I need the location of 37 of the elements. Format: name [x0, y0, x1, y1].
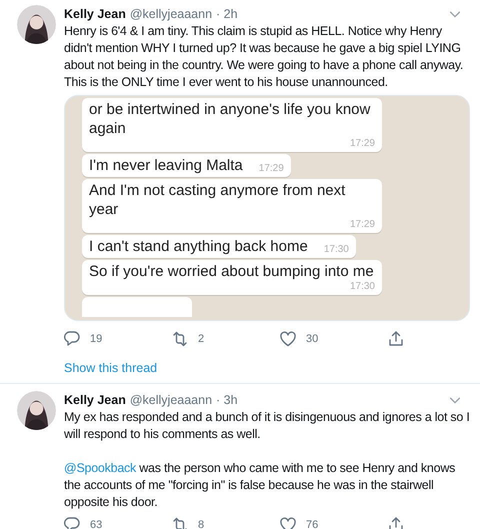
reply-icon[interactable]	[64, 517, 80, 529]
show-thread-link[interactable]: Show this thread	[64, 360, 158, 377]
timestamp[interactable]: · 2h	[216, 6, 238, 22]
tweet-text: Henry is 6'4 & I am tiny. This claim is stupid as HELL. Notice why Henry didn't mention WHY I turned up? It was because he gave a big spiel LYING about not being in the country. We were going to have a phone call anyway. This is the ONLY time I ever went to his house unannounced.	[64, 23, 464, 91]
mention-link[interactable]: @Spookback	[64, 461, 136, 475]
message-time: 17:30	[324, 244, 349, 256]
retweet-count: 8	[198, 518, 204, 529]
message-time: 17:29	[350, 138, 375, 150]
message-time: 17:30	[350, 281, 375, 293]
avatar[interactable]	[17, 391, 56, 430]
author-name[interactable]: Kelly Jean	[64, 6, 126, 22]
message-time: 17:29	[258, 163, 284, 175]
like-count: 76	[306, 518, 318, 529]
author-name[interactable]: Kelly Jean	[64, 392, 126, 408]
user-handle[interactable]: @kellyjeaaann	[130, 392, 212, 408]
like-count: 30	[306, 332, 318, 347]
like-icon[interactable]	[280, 331, 296, 347]
share-icon[interactable]	[388, 517, 404, 529]
message-text: And I'm not casting anymore from next year	[89, 181, 346, 219]
tweet-text: My ex has responded and a bunch of it is disingenuous and ignores a lot so I will respond to his comments as well.	[64, 409, 470, 443]
retweet-icon[interactable]	[172, 517, 188, 529]
message-text: or be intertwined in anyone's life you know again	[89, 100, 372, 138]
message-time: 17:29	[350, 219, 375, 231]
like-icon[interactable]	[280, 517, 296, 529]
share-icon[interactable]	[388, 331, 404, 347]
message-text: So if you're worried about bumping into me	[89, 262, 374, 281]
tweet-text: @Spookback was the person who came with me to see Henry and knows the accounts of me "forcing in" is false because he was in the stairwell opposite his door.	[64, 460, 456, 511]
reply-icon[interactable]	[64, 331, 80, 347]
timestamp[interactable]: · 3h	[216, 392, 238, 408]
message-text: I'm never leaving Malta	[89, 156, 243, 175]
avatar[interactable]	[17, 5, 56, 44]
message-text: I can't stand anything back home	[89, 237, 308, 256]
reply-count: 19	[90, 332, 102, 347]
user-handle[interactable]: @kellyjeaaann	[130, 6, 212, 22]
retweet-count: 2	[198, 332, 204, 347]
retweet-icon[interactable]	[172, 331, 188, 347]
reply-count: 63	[90, 518, 102, 529]
